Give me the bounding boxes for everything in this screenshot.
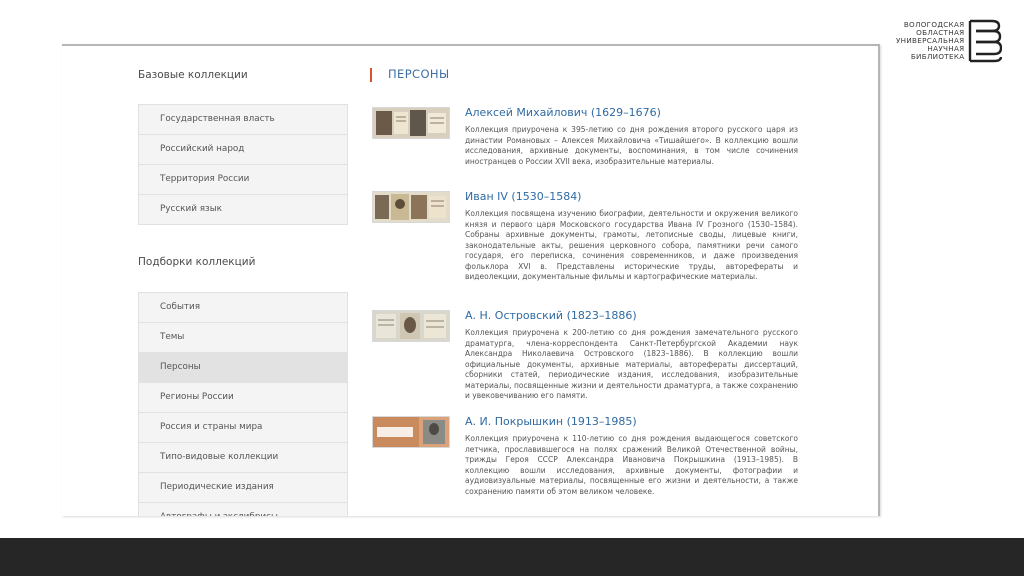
collection-selections-heading: Подборки коллекций	[138, 256, 256, 268]
library-logo: ВОЛОГОДСКАЯ ОБЛАСТНАЯ УНИВЕРСАЛЬНАЯ НАУЧ…	[896, 18, 1003, 64]
logo-text: ВОЛОГОДСКАЯ ОБЛАСТНАЯ УНИВЕРСАЛЬНАЯ НАУЧ…	[896, 21, 964, 61]
entry-description: Коллекция приурочена к 200-летию со дня …	[465, 328, 798, 400]
collection-thumbnail[interactable]	[372, 416, 450, 448]
menu-item-state-power[interactable]: Государственная власть	[139, 105, 347, 135]
document-collage-icon	[373, 192, 449, 222]
collection-thumbnail[interactable]	[372, 191, 450, 223]
document-collage-icon	[373, 108, 449, 138]
entry-description: Коллекция приурочена к 110-летию со дня …	[465, 434, 798, 496]
logo-line: БИБЛИОТЕКА	[910, 52, 965, 61]
menu-item-territory[interactable]: Территория России	[139, 165, 347, 195]
menu-item-russia-world[interactable]: Россия и страны мира	[139, 413, 347, 443]
entry-title-link[interactable]: А. Н. Островский (1823–1886)	[465, 309, 637, 322]
document-collage-icon	[373, 311, 449, 341]
base-collections-menu: Государственная власть Российский народ …	[138, 104, 348, 225]
menu-item-events[interactable]: События	[139, 293, 347, 323]
entry-title-link[interactable]: Иван IV (1530–1584)	[465, 190, 581, 203]
entry-title-link[interactable]: Алексей Михайлович (1629–1676)	[465, 106, 661, 119]
menu-item-autographs[interactable]: Автографы и экслибрисы	[139, 503, 347, 516]
menu-item-persons[interactable]: Персоны	[139, 353, 347, 383]
entry-title-link[interactable]: А. И. Покрышкин (1913–1985)	[465, 415, 637, 428]
logo-mark-icon	[969, 19, 1003, 63]
section-title: ПЕРСОНЫ	[388, 67, 450, 81]
menu-item-regions[interactable]: Регионы России	[139, 383, 347, 413]
menu-item-type-collections[interactable]: Типо-видовые коллекции	[139, 443, 347, 473]
menu-item-russian-language[interactable]: Русский язык	[139, 195, 347, 224]
website-screenshot: Базовые коллекции Государственная власть…	[62, 44, 880, 516]
collection-thumbnail[interactable]	[372, 310, 450, 342]
menu-item-russian-people[interactable]: Российский народ	[139, 135, 347, 165]
entry-description: Коллекция приурочена к 395-летию со дня …	[465, 125, 798, 166]
banner-collage-icon	[373, 417, 449, 447]
menu-item-periodicals[interactable]: Периодические издания	[139, 473, 347, 503]
base-collections-heading: Базовые коллекции	[138, 69, 248, 81]
entry-description: Коллекция посвящена изучению биографии, …	[465, 209, 798, 281]
footer-bar	[0, 538, 1024, 576]
collection-selections-menu: События Темы Персоны Регионы России Росс…	[138, 292, 348, 516]
collection-thumbnail[interactable]	[372, 107, 450, 139]
menu-item-themes[interactable]: Темы	[139, 323, 347, 353]
